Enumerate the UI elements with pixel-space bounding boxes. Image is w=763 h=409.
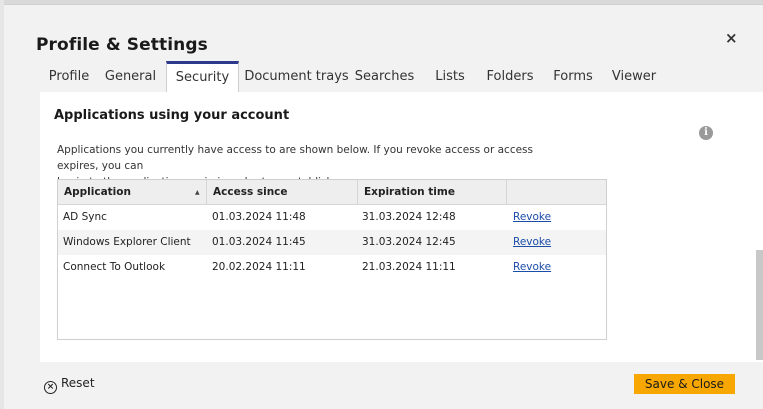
cell-access-since: 20.02.2024 11:11 <box>212 261 306 273</box>
tab-lists[interactable]: Lists <box>430 61 470 92</box>
cell-application: AD Sync <box>63 211 107 223</box>
cell-access-since: 01.03.2024 11:45 <box>212 236 306 248</box>
revoke-link[interactable]: Revoke <box>508 205 551 230</box>
scrollbar-thumb[interactable] <box>756 250 763 360</box>
tab-forms[interactable]: Forms <box>548 61 598 92</box>
tab-profile[interactable]: Profile <box>40 61 98 92</box>
dialog-title: Profile & Settings <box>36 35 208 55</box>
revoke-link[interactable]: Revoke <box>508 255 551 280</box>
cell-expiration: 31.03.2024 12:45 <box>362 236 456 248</box>
table-row: Connect To Outlook 20.02.2024 11:11 21.0… <box>58 255 606 280</box>
close-icon[interactable]: × <box>725 31 738 46</box>
reset-button[interactable]: × Reset <box>44 376 95 394</box>
tab-searches[interactable]: Searches <box>352 61 417 92</box>
column-header-access-since[interactable]: Access since <box>207 180 357 205</box>
table-row: AD Sync 01.03.2024 11:48 31.03.2024 12:4… <box>58 205 606 230</box>
security-panel: Applications using your account i Applic… <box>40 92 763 362</box>
save-and-close-button[interactable]: Save & Close <box>634 374 735 394</box>
column-divider <box>506 180 507 205</box>
cell-application: Connect To Outlook <box>63 261 166 273</box>
reset-icon: × <box>44 381 57 394</box>
applications-table: Application ▲ Access since Expiration ti… <box>57 179 607 340</box>
cell-expiration: 31.03.2024 12:48 <box>362 211 456 223</box>
cell-application: Windows Explorer Client <box>63 236 191 248</box>
column-header-application[interactable]: Application <box>58 180 206 205</box>
tab-folders[interactable]: Folders <box>480 61 540 92</box>
table-header: Application ▲ Access since Expiration ti… <box>58 180 606 205</box>
revoke-link[interactable]: Revoke <box>508 230 551 255</box>
column-header-expiration-time[interactable]: Expiration time <box>358 180 506 205</box>
section-title: Applications using your account <box>54 108 290 123</box>
tab-document-trays[interactable]: Document trays <box>244 61 349 92</box>
description-line: Applications you currently have access t… <box>57 144 533 172</box>
info-icon[interactable]: i <box>699 126 713 140</box>
table-row: Windows Explorer Client 01.03.2024 11:45… <box>58 230 606 255</box>
column-header-label: Application <box>64 186 131 198</box>
cell-expiration: 21.03.2024 11:11 <box>362 261 456 273</box>
sort-ascending-icon: ▲ <box>195 189 200 196</box>
settings-dialog: Profile & Settings × Profile General Sec… <box>4 4 763 409</box>
cell-access-since: 01.03.2024 11:48 <box>212 211 306 223</box>
tab-viewer[interactable]: Viewer <box>608 61 660 92</box>
reset-label: Reset <box>61 376 95 390</box>
tab-general[interactable]: General <box>99 61 162 92</box>
tab-security[interactable]: Security <box>166 61 239 93</box>
